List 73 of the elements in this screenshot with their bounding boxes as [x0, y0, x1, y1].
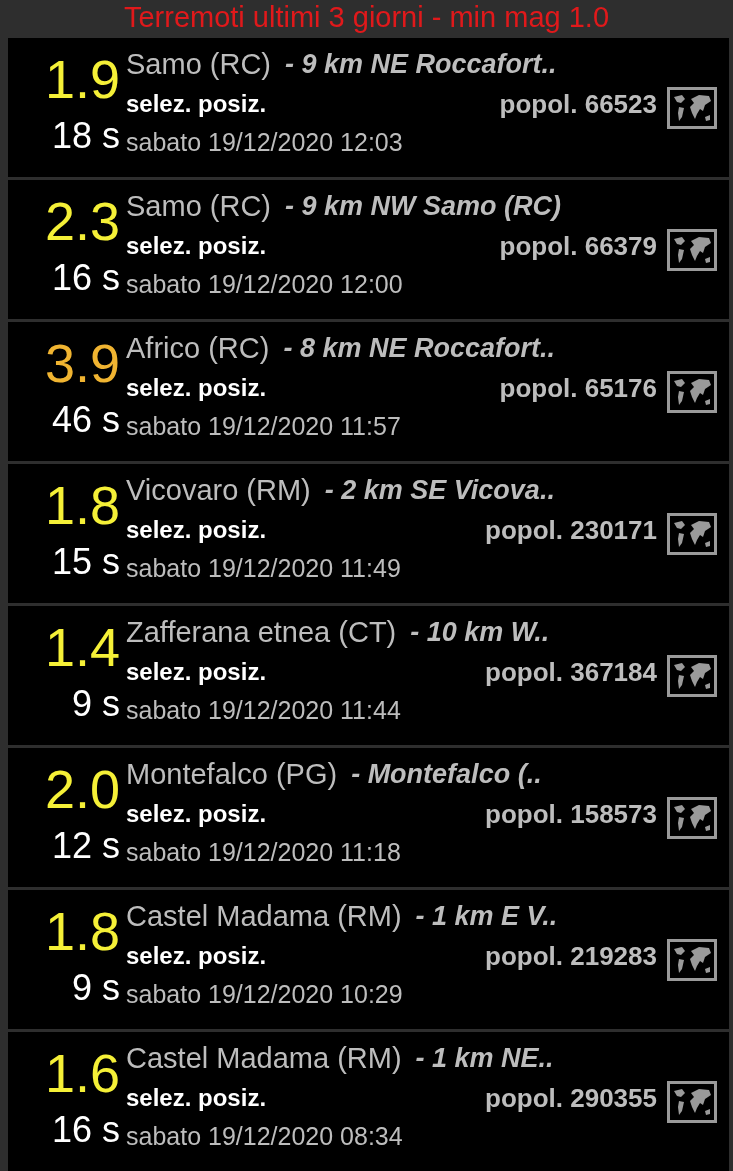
magnitude: 1.6 [44, 1044, 120, 1102]
earthquake-row[interactable]: 2.0 12 s Montefalco (PG) - Montefalco (.. selez. posiz. popol. 158573 sabato 19/12/2020 11:18 [8, 748, 729, 887]
population-text: popol. 230171 [485, 514, 657, 546]
list-title: Terremoti ultimi 3 giorni - min mag 1.0 [122, 0, 611, 35]
date-time: sabato 19/12/2020 12:03 [126, 127, 403, 157]
place-name: Vicovaro (RM) [126, 473, 311, 507]
elapsed-time: 9 s [71, 684, 120, 724]
elapsed-time: 12 s [51, 826, 120, 866]
date-time: sabato 19/12/2020 10:29 [126, 979, 403, 1009]
select-position-link[interactable]: selez. posiz. [126, 942, 267, 970]
place-name: Zafferana etnea (CT) [126, 615, 397, 649]
date-time: sabato 19/12/2020 08:34 [126, 1121, 403, 1151]
distance-text: - 2 km SE Vicova.. [324, 474, 555, 506]
date-time: sabato 19/12/2020 11:49 [126, 553, 401, 583]
elapsed-time: 15 s [51, 542, 120, 582]
distance-text: - 9 km NW Samo (RC) [285, 190, 562, 222]
magnitude: 2.3 [44, 192, 120, 250]
place-name: Samo (RC) [126, 47, 271, 81]
world-map-icon[interactable] [667, 86, 717, 129]
population-text: popol. 66379 [499, 230, 657, 262]
date-time: sabato 19/12/2020 11:57 [126, 411, 401, 441]
population-text: popol. 290355 [485, 1082, 657, 1114]
elapsed-time: 46 s [51, 400, 120, 440]
select-position-link[interactable]: selez. posiz. [126, 658, 267, 686]
population-text: popol. 219283 [485, 940, 657, 972]
magnitude: 3.9 [44, 334, 120, 392]
elapsed-time: 16 s [51, 1110, 120, 1150]
select-position-link[interactable]: selez. posiz. [126, 516, 267, 544]
place-name: Castel Madama (RM) [126, 1041, 402, 1075]
population-text: popol. 65176 [499, 372, 657, 404]
world-map-icon[interactable] [667, 228, 717, 271]
place-name: Montefalco (PG) [126, 757, 338, 791]
world-map-icon[interactable] [667, 938, 717, 981]
population-text: popol. 367184 [485, 656, 657, 688]
earthquake-row[interactable]: 2.3 16 s Samo (RC) - 9 km NW Samo (RC) selez. posiz. popol. 66379 sabato 19/12/2020 12:00 [8, 180, 729, 319]
distance-text: - 1 km NE.. [415, 1042, 554, 1074]
world-map-icon[interactable] [667, 796, 717, 839]
elapsed-time: 18 s [51, 116, 120, 156]
magnitude: 2.0 [44, 760, 120, 818]
population-text: popol. 158573 [485, 798, 657, 830]
distance-text: - 9 km NE Roccafort.. [285, 48, 557, 80]
world-map-icon[interactable] [667, 370, 717, 413]
select-position-link[interactable]: selez. posiz. [126, 90, 267, 118]
earthquake-row[interactable]: 3.9 46 s Africo (RC) - 8 km NE Roccafort.. selez. posiz. popol. 65176 sabato 19/12/2020 11:57 [8, 322, 729, 461]
population-text: popol. 66523 [499, 88, 657, 120]
date-time: sabato 19/12/2020 11:44 [126, 695, 401, 725]
magnitude: 1.8 [44, 902, 120, 960]
magnitude: 1.4 [44, 618, 120, 676]
place-name: Africo (RC) [126, 331, 270, 365]
select-position-link[interactable]: selez. posiz. [126, 374, 267, 402]
elapsed-time: 9 s [71, 968, 120, 1008]
select-position-link[interactable]: selez. posiz. [126, 232, 267, 260]
world-map-icon[interactable] [667, 512, 717, 555]
date-time: sabato 19/12/2020 11:18 [126, 837, 401, 867]
distance-text: - 10 km W.. [410, 616, 550, 648]
magnitude: 1.8 [44, 476, 120, 534]
select-position-link[interactable]: selez. posiz. [126, 1084, 267, 1112]
distance-text: - Montefalco (.. [351, 758, 542, 790]
place-name: Castel Madama (RM) [126, 899, 402, 933]
world-map-icon[interactable] [667, 1080, 717, 1123]
earthquake-row[interactable]: 1.9 18 s Samo (RC) - 9 km NE Roccafort.. selez. posiz. popol. 66523 sabato 19/12/2020 12:03 [8, 38, 729, 177]
magnitude: 1.9 [44, 50, 120, 108]
earthquake-row[interactable]: 1.6 16 s Castel Madama (RM) - 1 km NE.. selez. posiz. popol. 290355 sabato 19/12/2020 08:34 [8, 1032, 729, 1171]
earthquake-row[interactable]: 1.8 9 s Castel Madama (RM) - 1 km E V.. selez. posiz. popol. 219283 sabato 19/12/2020 10:29 [8, 890, 729, 1029]
select-position-link[interactable]: selez. posiz. [126, 800, 267, 828]
elapsed-time: 16 s [51, 258, 120, 298]
world-map-icon[interactable] [667, 654, 717, 697]
place-name: Samo (RC) [126, 189, 271, 223]
earthquake-row[interactable]: 1.4 9 s Zafferana etnea (CT) - 10 km W.. selez. posiz. popol. 367184 sabato 19/12/2020 11:44 [8, 606, 729, 745]
distance-text: - 1 km E V.. [415, 900, 558, 932]
distance-text: - 8 km NE Roccafort.. [283, 332, 555, 364]
date-time: sabato 19/12/2020 12:00 [126, 269, 403, 299]
earthquake-row[interactable]: 1.8 15 s Vicovaro (RM) - 2 km SE Vicova.. selez. posiz. popol. 230171 sabato 19/12/2020 11:49 [8, 464, 729, 603]
